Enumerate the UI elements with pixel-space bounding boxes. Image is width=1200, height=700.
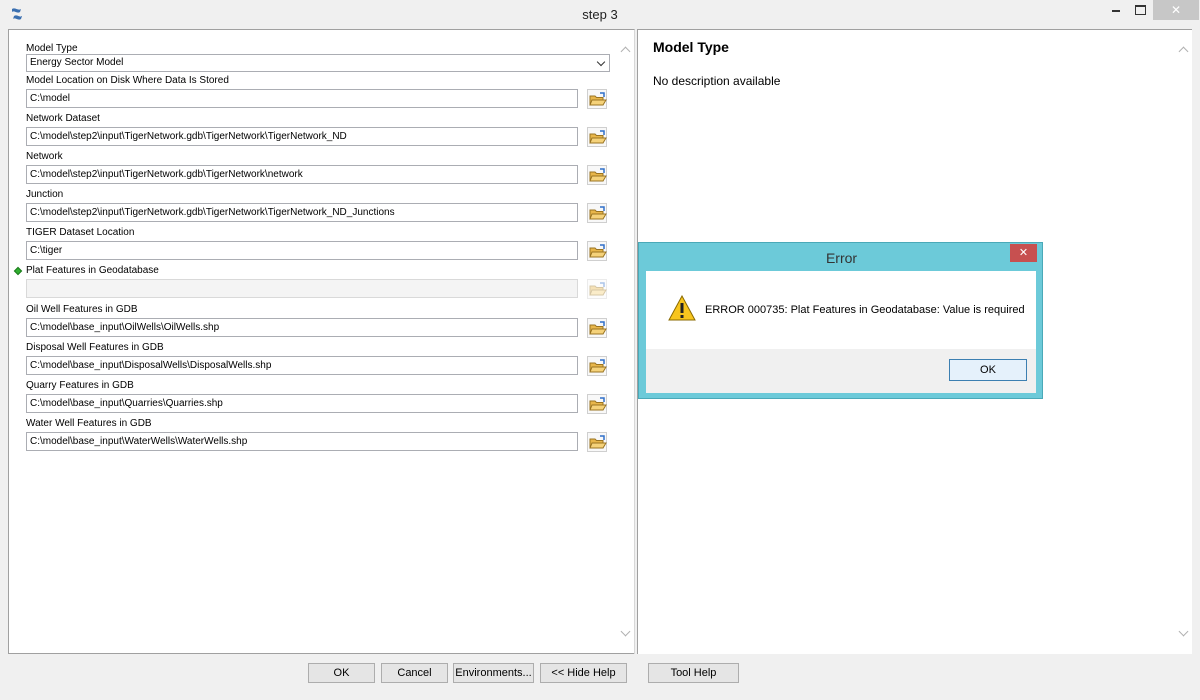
chevron-down-icon bbox=[596, 57, 606, 67]
browse-button[interactable] bbox=[587, 432, 607, 452]
dialog-title: Error bbox=[825, 250, 858, 266]
tiger-location-field[interactable]: C:\tiger bbox=[26, 241, 578, 260]
param-label-junction: Junction bbox=[26, 189, 64, 200]
ok-button[interactable]: OK bbox=[308, 663, 375, 683]
browse-button[interactable] bbox=[587, 356, 607, 376]
dialog-ok-button[interactable]: OK bbox=[949, 359, 1027, 381]
scroll-down-icon[interactable] bbox=[1178, 626, 1189, 637]
plat-features-field[interactable] bbox=[26, 279, 578, 298]
param-label-network-dataset: Network Dataset bbox=[26, 113, 100, 124]
cancel-button[interactable]: Cancel bbox=[381, 663, 448, 683]
scroll-down-icon[interactable] bbox=[620, 626, 631, 637]
dialog-body: ERROR 000735: Plat Features in Geodataba… bbox=[646, 271, 1036, 349]
open-folder-icon bbox=[589, 130, 607, 144]
oil-wells-field[interactable]: C:\model\base_input\OilWells\OilWells.sh… bbox=[26, 318, 578, 337]
open-folder-icon bbox=[589, 321, 607, 335]
open-folder-icon bbox=[589, 397, 607, 411]
disposal-wells-field[interactable]: C:\model\base_input\DisposalWells\Dispos… bbox=[26, 356, 578, 375]
browse-button[interactable] bbox=[587, 203, 607, 223]
param-label-network: Network bbox=[26, 151, 63, 162]
water-wells-field[interactable]: C:\model\base_input\WaterWells\WaterWell… bbox=[26, 432, 578, 451]
help-scrollbar[interactable] bbox=[1175, 30, 1193, 654]
error-message: ERROR 000735: Plat Features in Geodataba… bbox=[705, 304, 1025, 316]
tool-help-button[interactable]: Tool Help bbox=[648, 663, 739, 683]
network-dataset-field[interactable]: C:\model\step2\input\TigerNetwork.gdb\Ti… bbox=[26, 127, 578, 146]
hide-help-button[interactable]: << Hide Help bbox=[540, 663, 627, 683]
scroll-up-icon[interactable] bbox=[620, 46, 631, 57]
param-label-oil-wells: Oil Well Features in GDB bbox=[26, 304, 138, 315]
parameters-pane: Model Type Energy Sector Model Model Loc… bbox=[8, 29, 635, 654]
param-label-model-location: Model Location on Disk Where Data Is Sto… bbox=[26, 75, 229, 86]
environments-button[interactable]: Environments... bbox=[453, 663, 534, 683]
warning-icon bbox=[668, 294, 696, 324]
quarries-field[interactable]: C:\model\base_input\Quarries\Quarries.sh… bbox=[26, 394, 578, 413]
title-bar: step 3 bbox=[0, 0, 1200, 28]
param-label-plat-features: Plat Features in Geodatabase bbox=[26, 265, 159, 276]
model-type-select[interactable]: Energy Sector Model bbox=[26, 54, 610, 72]
error-dialog: Error ERROR 000735: Plat Features in Geo… bbox=[638, 242, 1043, 399]
open-folder-icon bbox=[589, 92, 607, 106]
maximize-button[interactable] bbox=[1130, 0, 1152, 20]
browse-button[interactable] bbox=[587, 394, 607, 414]
browse-button[interactable] bbox=[587, 89, 607, 109]
model-location-field[interactable]: C:\model bbox=[26, 89, 578, 108]
scroll-up-icon[interactable] bbox=[1178, 46, 1189, 57]
param-label-model-type: Model Type bbox=[26, 43, 78, 54]
dialog-close-button[interactable] bbox=[1010, 244, 1037, 262]
param-label-water-wells: Water Well Features in GDB bbox=[26, 418, 152, 429]
help-description: No description available bbox=[653, 74, 781, 88]
param-label-tiger-location: TIGER Dataset Location bbox=[26, 227, 135, 238]
browse-button[interactable] bbox=[587, 318, 607, 338]
junction-field[interactable]: C:\model\step2\input\TigerNetwork.gdb\Ti… bbox=[26, 203, 578, 222]
open-folder-icon bbox=[589, 206, 607, 220]
open-folder-icon bbox=[589, 435, 607, 449]
open-folder-icon bbox=[589, 282, 607, 296]
browse-button[interactable] bbox=[587, 241, 607, 261]
minimize-button[interactable] bbox=[1104, 0, 1130, 20]
open-folder-icon bbox=[589, 244, 607, 258]
help-title: Model Type bbox=[653, 39, 729, 55]
close-button[interactable] bbox=[1153, 0, 1199, 20]
browse-button[interactable] bbox=[587, 127, 607, 147]
open-folder-icon bbox=[589, 168, 607, 182]
browse-button[interactable] bbox=[587, 279, 607, 299]
dialog-footer: OK bbox=[646, 349, 1036, 393]
window-title: step 3 bbox=[582, 7, 618, 22]
network-field[interactable]: C:\model\step2\input\TigerNetwork.gdb\Ti… bbox=[26, 165, 578, 184]
green-dot-icon bbox=[13, 266, 23, 276]
param-label-quarries: Quarry Features in GDB bbox=[26, 380, 134, 391]
browse-button[interactable] bbox=[587, 165, 607, 185]
open-folder-icon bbox=[589, 359, 607, 373]
parameters-scrollbar[interactable] bbox=[617, 30, 635, 654]
param-label-disposal-wells: Disposal Well Features in GDB bbox=[26, 342, 164, 353]
